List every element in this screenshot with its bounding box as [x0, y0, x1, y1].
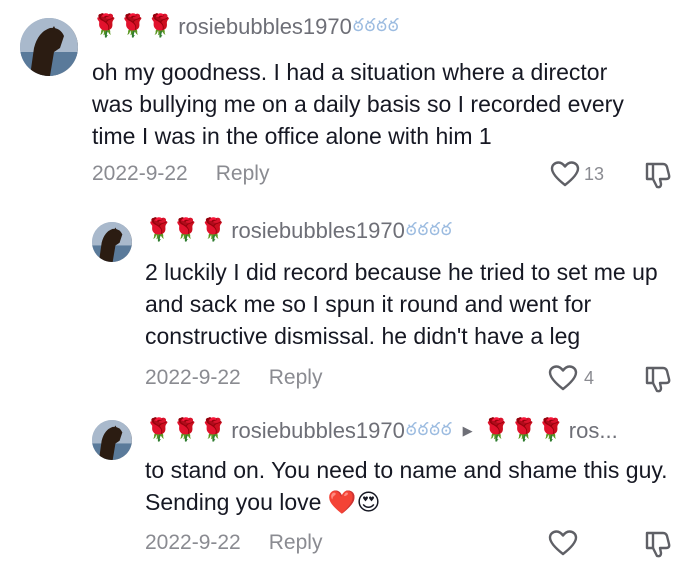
- avatar[interactable]: [20, 18, 78, 76]
- avatar[interactable]: [92, 420, 132, 460]
- reply-target-username[interactable]: ros...: [569, 418, 618, 444]
- comment-header: 🌹🌹🌹 rosiebubbles1970 ఠఠఠఠ: [92, 14, 400, 40]
- bubble-emojis: ఠఠఠఠ: [405, 418, 453, 440]
- reply-button[interactable]: Reply: [269, 531, 323, 555]
- comment-emojis: ❤️😍: [327, 490, 381, 516]
- comment-text: oh my goodness. I had a situation where …: [92, 59, 624, 149]
- comment-meta: 2022-9-22 Reply: [92, 162, 269, 186]
- rose-emojis: 🌹🌹🌹: [145, 418, 228, 443]
- rose-emojis: 🌹🌹🌹: [92, 14, 175, 39]
- like-count: 13: [584, 163, 605, 184]
- comment-date: 2022-9-22: [145, 366, 241, 389]
- heart-outline-icon: [550, 161, 580, 187]
- dislike-button[interactable]: [643, 529, 673, 564]
- reply-target-rose-emojis: 🌹🌹🌹: [482, 418, 565, 443]
- thumbs-down-icon: [645, 162, 671, 189]
- heart-outline-icon: [548, 365, 578, 391]
- comment-date: 2022-9-22: [92, 162, 188, 185]
- comment-meta: 2022-9-22 Reply: [145, 366, 322, 390]
- comment-meta: 2022-9-22 Reply: [145, 531, 322, 555]
- comment-date: 2022-9-22: [145, 531, 241, 554]
- comment-text-body: to stand on. You need to name and shame …: [145, 457, 668, 515]
- username[interactable]: rosiebubbles1970: [231, 218, 405, 244]
- thumbs-down-icon: [645, 366, 671, 393]
- avatar-image: [92, 420, 132, 460]
- comment-header: 🌹🌹🌹 rosiebubbles1970 ఠఠఠఠ: [145, 218, 453, 244]
- reply-button[interactable]: Reply: [216, 162, 270, 186]
- triangle-right-icon: ▶: [462, 423, 473, 438]
- reply-button[interactable]: Reply: [269, 366, 323, 390]
- comment-text: to stand on. You need to name and shame …: [145, 454, 685, 519]
- like-button[interactable]: 13: [550, 160, 604, 188]
- thumbs-down-icon: [645, 531, 671, 558]
- bubble-emojis: ఠఠఠఠ: [405, 218, 453, 240]
- like-count: 4: [584, 367, 595, 388]
- rose-emojis: 🌹🌹🌹: [145, 218, 228, 243]
- dislike-button[interactable]: [643, 160, 673, 195]
- avatar-image: [92, 222, 132, 262]
- heart-outline-icon: [548, 530, 578, 556]
- like-button[interactable]: 4: [548, 364, 594, 392]
- comment-text: 2 luckily I did record because he tried …: [145, 259, 658, 349]
- username[interactable]: rosiebubbles1970: [178, 14, 352, 40]
- username[interactable]: rosiebubbles1970: [231, 418, 405, 444]
- like-button[interactable]: [548, 529, 584, 557]
- avatar-image: [20, 18, 78, 76]
- comment-header: 🌹🌹🌹 rosiebubbles1970 ఠఠఠఠ ▶ 🌹🌹🌹 ros...: [145, 418, 618, 444]
- avatar[interactable]: [92, 222, 132, 262]
- dislike-button[interactable]: [643, 364, 673, 399]
- bubble-emojis: ఠఠఠఠ: [352, 14, 400, 36]
